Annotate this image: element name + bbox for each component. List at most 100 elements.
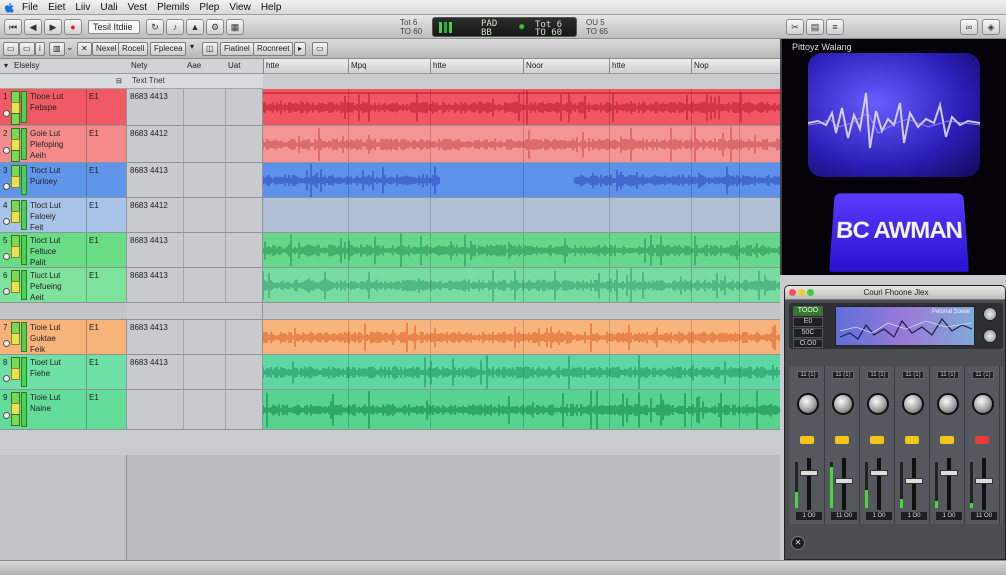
- fader-track[interactable]: [877, 458, 881, 510]
- track-lane[interactable]: [263, 89, 780, 125]
- strip-label[interactable]: 11 (1): [832, 371, 854, 379]
- minimize-window-icon[interactable]: [798, 289, 805, 296]
- grid-toggle-button[interactable]: ▭: [312, 42, 328, 56]
- list-button[interactable]: ▭: [19, 42, 35, 56]
- tool-button-fplecea[interactable]: Fplecea: [150, 42, 187, 56]
- strip-label[interactable]: 11 (1): [937, 371, 959, 379]
- track-attributes[interactable]: 8683 4413: [127, 233, 263, 267]
- media-button[interactable]: ◈: [982, 19, 1000, 35]
- fader-handle[interactable]: [975, 478, 993, 484]
- solo-toggle[interactable]: [11, 333, 20, 345]
- track-header[interactable]: 2 Goie Lut Plefoping Aeih E1: [0, 126, 127, 162]
- track-header[interactable]: 3 Tioct Lut Purloey E1: [0, 163, 127, 197]
- tool-button-rocnreet[interactable]: Rocnreet: [253, 42, 294, 56]
- track-row[interactable]: 2 Goie Lut Plefoping Aeih E1 8683 4412: [0, 126, 780, 163]
- fader-handle[interactable]: [940, 470, 958, 476]
- add-track-button[interactable]: ▭: [3, 42, 19, 56]
- fader-handle[interactable]: [800, 470, 818, 476]
- video-screen[interactable]: [808, 53, 980, 177]
- menu-vest[interactable]: Vest: [128, 2, 147, 13]
- tuner-button[interactable]: ♪: [166, 19, 184, 35]
- menu-view[interactable]: View: [229, 2, 251, 13]
- menu-live[interactable]: Liiv: [75, 2, 90, 13]
- plugin-preset-button[interactable]: TOOO: [793, 306, 823, 316]
- tool-button-nexel[interactable]: Nexel: [92, 42, 121, 56]
- track-lane[interactable]: [263, 198, 780, 232]
- track-header[interactable]: 9 Tioie Lut Naine E1: [0, 390, 127, 429]
- zoom-button[interactable]: ▸: [294, 42, 307, 56]
- solo-toggle[interactable]: [11, 246, 20, 258]
- track-row[interactable]: 8 Tioet Lut Fiehe E1 8683 4413: [0, 355, 780, 390]
- track-row[interactable]: 9 Tioie Lut Naine E1: [0, 390, 780, 430]
- metronome-button[interactable]: ▲: [186, 19, 204, 35]
- track-row[interactable]: 7 Tioie Lut Guktae Feik E1 8683 4413: [0, 320, 780, 355]
- strip-label[interactable]: 11 (1): [797, 371, 819, 379]
- track-attributes[interactable]: [127, 390, 263, 429]
- strip-led-button[interactable]: [940, 436, 954, 444]
- plugin-mix-knob[interactable]: [983, 329, 997, 343]
- fader-track[interactable]: [842, 458, 846, 510]
- track-attributes[interactable]: 8683 4413: [127, 89, 263, 125]
- plugin-gain-knob[interactable]: [983, 307, 997, 321]
- menu-plep[interactable]: Plep: [199, 2, 219, 13]
- pan-knob[interactable]: [972, 393, 994, 415]
- record-arm-toggle[interactable]: [11, 414, 20, 426]
- tool-button-fiatinel[interactable]: Fiatinel: [220, 42, 254, 56]
- track-name[interactable]: Tioie Lut Guktae Feik: [30, 322, 86, 355]
- editor-button[interactable]: ✂: [786, 19, 804, 35]
- pan-knob[interactable]: [867, 393, 889, 415]
- pan-knob[interactable]: [797, 393, 819, 415]
- fader-handle[interactable]: [870, 470, 888, 476]
- menu-file[interactable]: File: [22, 2, 38, 13]
- track-lane[interactable]: [263, 163, 780, 197]
- track-header[interactable]: 1 Tlooe Lut Febspe E1: [0, 89, 127, 125]
- track-name[interactable]: Tioet Lut Fiehe: [30, 357, 86, 379]
- rewind-button[interactable]: ⏮: [4, 19, 22, 35]
- track-header[interactable]: 7 Tioie Lut Guktae Feik E1: [0, 320, 127, 354]
- fader-track[interactable]: [947, 458, 951, 510]
- plugin-close-button[interactable]: ✕: [791, 536, 805, 550]
- column-aae-header[interactable]: Aae: [187, 61, 201, 70]
- minus-icon[interactable]: ⊟: [116, 77, 122, 85]
- track-name-field[interactable]: Tesil Itdiie: [88, 20, 140, 34]
- fader-handle[interactable]: [835, 478, 853, 484]
- pan-knob[interactable]: [832, 393, 854, 415]
- view-button[interactable]: ▦: [226, 19, 244, 35]
- track-attributes[interactable]: 8683 4413: [127, 268, 263, 302]
- menu-help[interactable]: Help: [261, 2, 282, 13]
- track-name[interactable]: Tiuct Lut Pefueing Aeit: [30, 270, 86, 303]
- strip-led-button[interactable]: [800, 436, 814, 444]
- track-attributes[interactable]: 8683 4413: [127, 320, 263, 354]
- close-window-icon[interactable]: [789, 289, 796, 296]
- mixer-toggle-button[interactable]: ▥: [49, 42, 65, 56]
- empty-track-area[interactable]: [0, 455, 780, 560]
- track-name[interactable]: Tioct Lut Purloey: [30, 165, 86, 187]
- solo-toggle[interactable]: [11, 176, 20, 188]
- solo-toggle[interactable]: [11, 211, 20, 223]
- plugin-mode-button[interactable]: E0: [793, 317, 823, 327]
- library-button[interactable]: ▤: [806, 19, 824, 35]
- track-lane[interactable]: [263, 126, 780, 162]
- pan-knob[interactable]: [902, 393, 924, 415]
- pan-knob[interactable]: [937, 393, 959, 415]
- cycle-button[interactable]: ↻: [146, 19, 164, 35]
- fader-track[interactable]: [912, 458, 916, 510]
- record-button[interactable]: ●: [64, 19, 82, 35]
- track-header[interactable]: 6 Tiuct Lut Pefueing Aeit E1: [0, 268, 127, 302]
- notes-button[interactable]: ≡: [826, 19, 844, 35]
- strip-label[interactable]: 11 (1): [902, 371, 924, 379]
- track-row[interactable]: 5 Tioct Lut Feltuce Palit E1 8683 4413: [0, 233, 780, 268]
- apple-icon[interactable]: [4, 2, 14, 13]
- plugin-display[interactable]: Pelonal Sowie: [835, 306, 975, 346]
- settings-button[interactable]: ⚙: [206, 19, 224, 35]
- strip-label[interactable]: 11 (1): [867, 371, 889, 379]
- track-attributes[interactable]: 8683 4412: [127, 198, 263, 232]
- plugin-title-bar[interactable]: Couri Fhoone Jlex: [785, 286, 1005, 300]
- track-lane[interactable]: [263, 355, 780, 389]
- plugin-value-button[interactable]: O.O0: [793, 339, 823, 348]
- fader-handle[interactable]: [905, 478, 923, 484]
- track-header[interactable]: 8 Tioet Lut Fiehe E1: [0, 355, 127, 389]
- track-name[interactable]: Tlooe Lut Febspe: [30, 91, 86, 113]
- track-attributes[interactable]: 8683 4412: [127, 126, 263, 162]
- track-row[interactable]: 1 Tlooe Lut Febspe E1 8683 4413: [0, 89, 780, 126]
